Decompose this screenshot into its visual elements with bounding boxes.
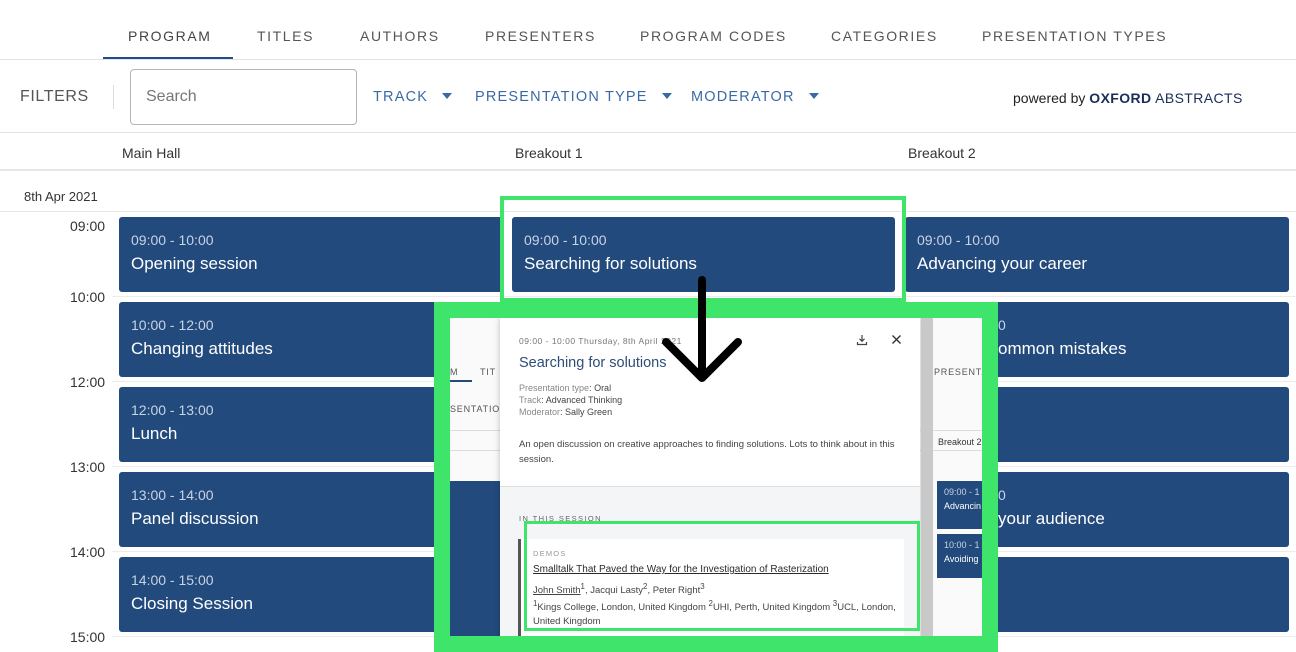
date-label: 8th Apr 2021: [24, 189, 98, 204]
session-time: 0: [998, 487, 1006, 503]
inset-session-block: 10:00 - 1 Avoiding: [937, 534, 982, 578]
brand-logo-bold: OXFORD: [1089, 90, 1152, 106]
session-time: 13:00 - 14:00: [131, 487, 214, 503]
time-label: 15:00: [70, 629, 106, 645]
caret-down-icon: [442, 93, 453, 99]
session-time: 09:00 - 10:00: [917, 232, 1000, 248]
caret-down-icon: [661, 93, 672, 99]
tab-presenters[interactable]: PRESENTERS: [485, 28, 596, 44]
filters-label: FILTERS: [20, 88, 89, 105]
down-arrow-icon: [662, 276, 742, 382]
inset-session-time: 10:00 - 1: [944, 540, 980, 550]
time-label: 14:00: [70, 544, 106, 560]
powered-by-prefix: powered by: [1013, 90, 1090, 106]
session-description: An open discussion on creative approache…: [519, 439, 895, 465]
inset-session-title: Avoiding: [944, 554, 979, 564]
tab-presentation-types[interactable]: PRESENTATION TYPES: [982, 28, 1167, 44]
highlight-box: [524, 521, 920, 631]
session-time: 14:00 - 15:00: [131, 572, 214, 588]
inset-tab-fragment: TIT: [480, 367, 496, 377]
presentation-type-value: Oral: [594, 383, 612, 393]
filters-divider: [113, 85, 114, 109]
tab-program[interactable]: PROGRAM: [128, 28, 212, 44]
active-tab-indicator: [103, 57, 233, 59]
session-time: 0: [998, 317, 1006, 333]
session-title: Opening session: [131, 254, 258, 273]
session-title: Closing Session: [131, 594, 253, 613]
inset-tab-underline: [450, 380, 472, 382]
track-value: Advanced Thinking: [545, 395, 623, 405]
time-label: 10:00: [70, 289, 106, 305]
rooms-header: Main Hall Breakout 1 Breakout 2: [0, 134, 1296, 171]
inset-session-block: 09:00 - 1 Advancin: [937, 481, 982, 529]
session-title: Panel discussion: [131, 509, 259, 528]
inset-tab-fragment: PRESENTATION: [934, 367, 998, 377]
caret-down-icon: [808, 93, 819, 99]
moderator-key: Moderator: [519, 407, 561, 417]
session-time: 12:00 - 13:00: [131, 402, 214, 418]
track-row: Track: Advanced Thinking: [519, 395, 623, 405]
session-time: 09:00 - 10:00: [131, 232, 214, 248]
program-tabs: PROGRAM TITLES AUTHORS PRESENTERS PROGRA…: [0, 0, 1296, 60]
moderator-dropdown-label: MODERATOR: [691, 89, 795, 105]
search-input[interactable]: [131, 70, 356, 124]
brand-logo-rest: ABSTRACTS: [1151, 90, 1243, 106]
moderator-row: Moderator: Sally Green: [519, 407, 613, 417]
session-card[interactable]: 09:00 - 10:00 Advancing your career: [905, 217, 1289, 292]
session-title: your audience: [998, 509, 1105, 528]
inset-session-time: 09:00 - 1: [944, 487, 980, 497]
session-title: Changing attitudes: [131, 339, 273, 358]
session-title: Advancing your career: [917, 254, 1088, 273]
close-icon[interactable]: [889, 334, 903, 348]
session-title: ommon mistakes: [998, 339, 1127, 358]
session-card[interactable]: 09:00 - 10:00 Opening session: [119, 217, 503, 292]
presentation-type-dropdown[interactable]: PRESENTATION TYPE: [475, 89, 672, 105]
room-breakout-1: Breakout 1: [515, 145, 583, 161]
moderator-value: Sally Green: [565, 407, 613, 417]
inset-tab-fragment: M: [450, 367, 459, 377]
time-label: 12:00: [70, 374, 106, 390]
presentation-type-row: Presentation type: Oral: [519, 383, 612, 393]
time-label: 13:00: [70, 459, 106, 475]
inset-filter-fragment: SENTATION: [450, 404, 508, 414]
room-main-hall: Main Hall: [122, 145, 181, 161]
inset-session-block: [450, 481, 500, 636]
room-breakout-2: Breakout 2: [908, 145, 976, 161]
session-title: Lunch: [131, 424, 178, 443]
search-box: [130, 69, 357, 125]
presentation-type-dropdown-label: PRESENTATION TYPE: [475, 89, 648, 105]
tab-titles[interactable]: TITLES: [257, 28, 314, 44]
tab-categories[interactable]: CATEGORIES: [831, 28, 938, 44]
track-key: Track: [519, 395, 542, 405]
track-dropdown[interactable]: TRACK: [373, 89, 453, 105]
modal-scrollbar[interactable]: [921, 318, 933, 636]
tab-program-codes[interactable]: PROGRAM CODES: [640, 28, 787, 44]
powered-by-link[interactable]: powered by OXFORD ABSTRACTS: [1013, 90, 1243, 106]
session-time: 10:00 - 12:00: [131, 317, 214, 333]
download-icon[interactable]: [855, 334, 869, 348]
track-dropdown-label: TRACK: [373, 89, 429, 105]
moderator-dropdown[interactable]: MODERATOR: [691, 89, 819, 105]
session-detail-title: Searching for solutions: [519, 355, 667, 371]
tab-authors[interactable]: AUTHORS: [360, 28, 440, 44]
inset-room-label: Breakout 2: [938, 437, 982, 447]
time-label: 09:00: [70, 218, 106, 234]
session-datetime: 09:00 - 10:00 Thursday, 8th April 2021: [519, 336, 682, 346]
presentation-type-key: Presentation type: [519, 383, 590, 393]
filters-bar: FILTERS TRACK PRESENTATION TYPE MODERATO…: [0, 61, 1296, 133]
inset-session-title: Advancin: [944, 501, 982, 511]
